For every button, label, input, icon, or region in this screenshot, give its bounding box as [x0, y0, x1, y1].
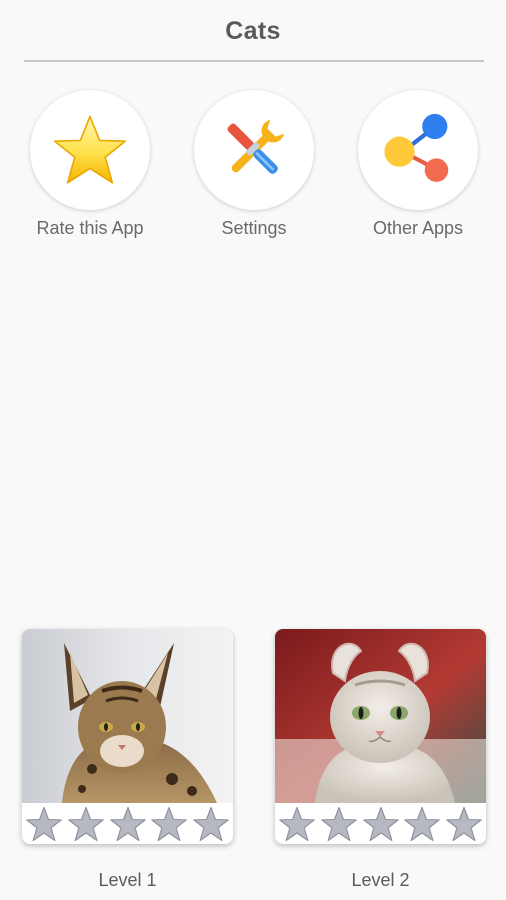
other-apps-icon-circle[interactable] — [358, 90, 478, 210]
star-empty-icon — [26, 806, 62, 841]
level-2-card-body[interactable] — [275, 629, 486, 844]
star-empty-icon — [446, 806, 482, 841]
level-2-cat-image — [275, 629, 486, 803]
settings-button[interactable]: Settings — [174, 90, 334, 239]
rate-app-label: Rate this App — [36, 218, 144, 238]
level-2-stars — [275, 803, 486, 844]
level-1-card[interactable]: Level 1 — [22, 629, 233, 891]
level-1-card-body[interactable] — [22, 629, 233, 844]
star-empty-icon — [193, 806, 229, 841]
other-apps-button[interactable]: Other Apps — [338, 90, 498, 239]
app-title: Cats — [225, 17, 281, 45]
star-empty-icon — [109, 806, 146, 841]
level-1-label: Level 1 — [98, 870, 157, 890]
star-empty-icon — [279, 806, 315, 841]
star-icon — [54, 115, 126, 184]
rate-app-icon-circle[interactable] — [30, 90, 150, 210]
star-empty-icon — [320, 806, 357, 841]
level-1-stars — [22, 803, 233, 844]
tools-icon — [227, 119, 285, 174]
level-2-label: Level 2 — [351, 870, 410, 890]
header-divider — [24, 60, 484, 62]
rate-app-button[interactable]: Rate this App — [10, 90, 170, 239]
level-1-cat-image — [22, 629, 233, 803]
app-header: Cats — [0, 0, 506, 62]
star-empty-icon — [404, 806, 441, 841]
share-icon — [384, 113, 449, 182]
star-empty-icon — [67, 806, 104, 841]
star-empty-icon — [151, 806, 188, 841]
star-empty-icon — [362, 806, 399, 841]
settings-label: Settings — [221, 218, 287, 238]
level-2-card[interactable]: Level 2 — [275, 629, 486, 891]
other-apps-label: Other Apps — [372, 218, 464, 238]
settings-icon-circle[interactable] — [194, 90, 314, 210]
